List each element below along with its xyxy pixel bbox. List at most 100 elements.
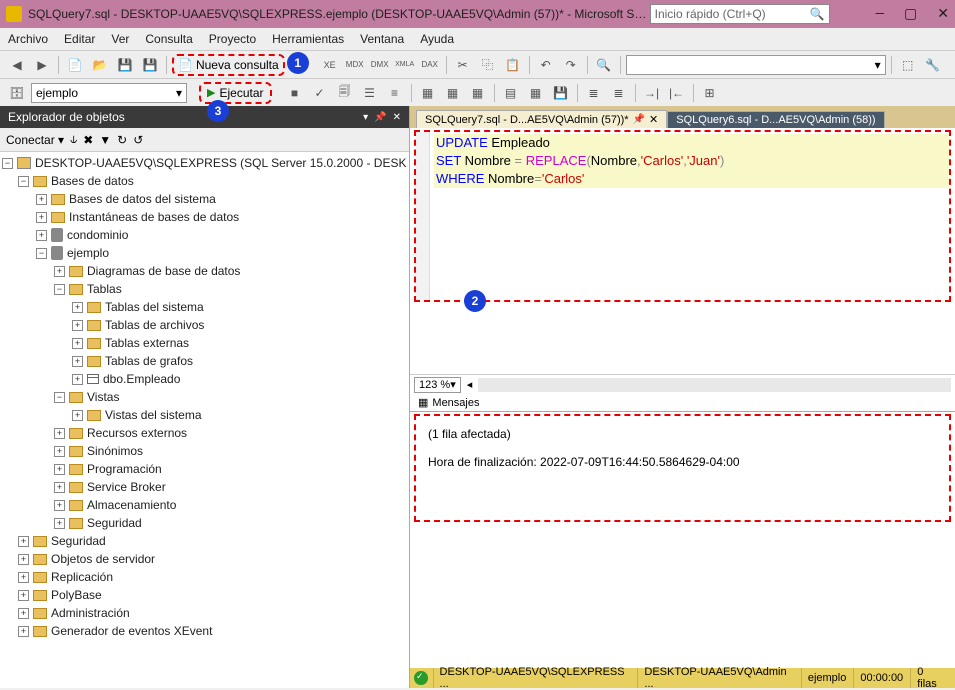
sql-editor[interactable]: UPDATE Empleado SET Nombre = REPLACE(Nom… [414, 130, 951, 302]
close-panel-icon[interactable]: ✕ [393, 112, 401, 123]
messages-output[interactable]: (1 fila afectada) Hora de finalización: … [414, 414, 951, 522]
paste-button[interactable]: 📋 [502, 54, 524, 76]
pin-icon[interactable]: 📌 [374, 112, 386, 123]
expand-toggle[interactable]: + [54, 446, 65, 457]
tree-sysviews[interactable]: Vistas del sistema [105, 408, 202, 422]
menu-editar[interactable]: Editar [64, 32, 95, 46]
cancel-query-button[interactable]: ■ [284, 82, 306, 104]
tree-admin[interactable]: Administración [51, 606, 130, 620]
editor-tab-inactive[interactable]: SQLQuery6.sql - D...AE5VQ\Admin (58)) [667, 111, 884, 128]
tree-views[interactable]: Vistas [87, 390, 119, 404]
xmla-button[interactable]: XMLA [394, 54, 416, 76]
expand-toggle[interactable]: + [36, 212, 47, 223]
tree-databases[interactable]: Bases de datos [51, 174, 134, 188]
expand-toggle[interactable]: − [18, 176, 29, 187]
save-button[interactable]: 💾 [114, 54, 136, 76]
quick-launch-input[interactable]: Inicio rápido (Ctrl+Q) 🔍 [650, 4, 830, 24]
nav-back-button[interactable]: ◀ [6, 54, 28, 76]
pin-tab-icon[interactable]: 📌 [633, 114, 645, 125]
close-tab-icon[interactable]: ✕ [649, 113, 658, 126]
close-button[interactable]: ✕ [937, 6, 949, 23]
filter-button[interactable]: ▼ [99, 133, 111, 147]
dax-button[interactable]: DAX [419, 54, 441, 76]
expand-toggle[interactable]: + [18, 554, 29, 565]
expand-toggle[interactable]: + [18, 590, 29, 601]
editor-hscroll[interactable] [478, 378, 951, 392]
cut-button[interactable]: ✂ [452, 54, 474, 76]
minimize-button[interactable]: — [876, 6, 884, 23]
query-options-button[interactable]: ☰ [359, 82, 381, 104]
intellisense-button[interactable]: ≡ [384, 82, 406, 104]
expand-toggle[interactable]: + [72, 410, 83, 421]
tree-security-db[interactable]: Seguridad [87, 516, 142, 530]
tree-sysdb[interactable]: Bases de datos del sistema [69, 192, 216, 206]
tree-replication[interactable]: Replicación [51, 570, 113, 584]
tree-exttables[interactable]: Tablas externas [105, 336, 189, 350]
expand-toggle[interactable]: + [54, 500, 65, 511]
new-project-button[interactable]: 📄 [64, 54, 86, 76]
expand-toggle[interactable]: + [72, 302, 83, 313]
disconnect-button[interactable]: ⫝ [70, 132, 77, 147]
save-all-button[interactable]: 💾 [139, 54, 161, 76]
execute-button[interactable]: ▶ Ejecutar 3 [199, 82, 272, 104]
expand-toggle[interactable]: + [72, 374, 83, 385]
expand-toggle[interactable]: + [54, 428, 65, 439]
results-file-button[interactable]: 💾 [550, 82, 572, 104]
maximize-button[interactable]: ▢ [904, 6, 917, 23]
tree-condominio[interactable]: condominio [67, 228, 128, 242]
expand-toggle[interactable]: + [18, 608, 29, 619]
expand-toggle[interactable]: − [36, 248, 47, 259]
nav-fwd-button[interactable]: ▶ [31, 54, 53, 76]
editor-tab-active[interactable]: SQLQuery7.sql - D...AE5VQ\Admin (57))* 📌… [416, 110, 667, 128]
new-query-button[interactable]: 📄 Nueva consulta 1 [172, 54, 285, 76]
dmx-button[interactable]: DMX [369, 54, 391, 76]
tree-graphtables[interactable]: Tablas de grafos [105, 354, 193, 368]
messages-tab[interactable]: ▦ Mensajes [410, 394, 955, 412]
include-plan-button[interactable]: ▦ [417, 82, 439, 104]
open-button[interactable]: 📂 [89, 54, 111, 76]
menu-herramientas[interactable]: Herramientas [272, 32, 344, 46]
comment-button[interactable]: ≣ [583, 82, 605, 104]
expand-toggle[interactable]: + [72, 338, 83, 349]
tree-programming[interactable]: Programación [87, 462, 162, 476]
expand-toggle[interactable]: + [72, 320, 83, 331]
extensions-button[interactable]: ⬚ [897, 54, 919, 76]
tree-xevent[interactable]: Generador de eventos XEvent [51, 624, 212, 638]
outdent-button[interactable]: |← [666, 82, 688, 104]
panel-dropdown-icon[interactable]: ▾ [363, 112, 368, 123]
expand-toggle[interactable]: + [18, 626, 29, 637]
live-stats-button[interactable]: ▦ [442, 82, 464, 104]
copy-button[interactable]: ⿻ [477, 54, 499, 76]
find-button[interactable]: 🔍 [593, 54, 615, 76]
expand-toggle[interactable]: − [54, 284, 65, 295]
menu-archivo[interactable]: Archivo [8, 32, 48, 46]
expand-toggle[interactable]: + [36, 194, 47, 205]
tree-storage[interactable]: Almacenamiento [87, 498, 176, 512]
menu-ver[interactable]: Ver [111, 32, 129, 46]
specify-values-button[interactable]: ⊞ [699, 82, 721, 104]
expand-toggle[interactable]: + [18, 536, 29, 547]
object-explorer-tree[interactable]: −DESKTOP-UAAE5VQ\SQLEXPRESS (SQL Server … [0, 152, 409, 688]
tree-security[interactable]: Seguridad [51, 534, 106, 548]
server-node[interactable]: DESKTOP-UAAE5VQ\SQLEXPRESS (SQL Server 1… [35, 156, 406, 170]
tree-diagrams[interactable]: Diagramas de base de datos [87, 264, 240, 278]
xe-button[interactable]: XE [319, 54, 341, 76]
estimated-plan-button[interactable]: 🗐 [334, 82, 356, 104]
expand-toggle[interactable]: + [54, 482, 65, 493]
tree-systables[interactable]: Tablas del sistema [105, 300, 204, 314]
expand-toggle[interactable]: + [72, 356, 83, 367]
client-stats-button[interactable]: ▦ [467, 82, 489, 104]
mdx-button[interactable]: MDX [344, 54, 366, 76]
tree-synonyms[interactable]: Sinónimos [87, 444, 143, 458]
scroll-left-icon[interactable]: ◂ [467, 378, 473, 391]
tree-ejemplo[interactable]: ejemplo [67, 246, 109, 260]
zoom-dropdown[interactable]: 123 % ▾ [414, 377, 461, 393]
expand-toggle[interactable]: − [2, 158, 13, 169]
refresh-button[interactable]: ↻ [117, 133, 127, 147]
tree-sbroker[interactable]: Service Broker [87, 480, 166, 494]
solution-config-dropdown[interactable]: ▾ [626, 55, 886, 75]
tree-tables[interactable]: Tablas [87, 282, 122, 296]
tree-filetables[interactable]: Tablas de archivos [105, 318, 204, 332]
menu-ayuda[interactable]: Ayuda [420, 32, 454, 46]
expand-toggle[interactable]: + [54, 266, 65, 277]
